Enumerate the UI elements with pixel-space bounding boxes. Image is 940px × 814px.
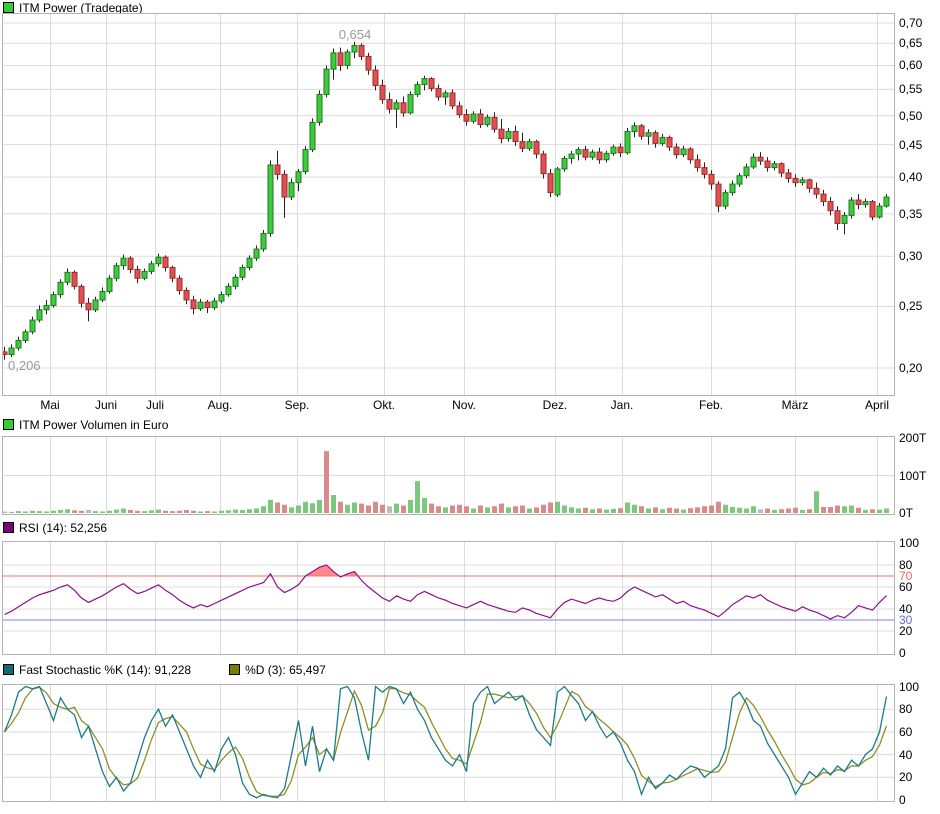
stochastic-axis-tick: 0 (899, 793, 939, 807)
x-axis-month-label: Juli (146, 398, 164, 412)
price-axis-tick: 0,55 (899, 82, 939, 96)
price-axis-tick: 0,65 (899, 36, 939, 50)
rsi-legend-label: RSI (14): 52,256 (19, 521, 107, 535)
stochastic-axis-tick: 20 (899, 770, 939, 784)
low-annotation: 0,206 (8, 358, 41, 373)
stochastic-chart-canvas[interactable] (3, 685, 894, 801)
price-axis-tick: 0,25 (899, 299, 939, 313)
x-axis-month-label: Dez. (543, 398, 568, 412)
price-axis-tick: 0,60 (899, 58, 939, 72)
price-panel[interactable] (2, 13, 895, 396)
volume-axis-tick: 200T (899, 431, 939, 445)
stochastic-axis-tick: 60 (899, 725, 939, 739)
rsi-axis-tick: 20 (899, 624, 939, 638)
stochastic-d-label: %D (3): 65,497 (245, 663, 326, 677)
stochastic-legend: Fast Stochastic %K (14): 91,228 %D (3): … (3, 663, 326, 676)
x-axis-month-label: Okt. (373, 398, 395, 412)
rsi-axis-tick: 60 (899, 580, 939, 594)
price-chart-canvas[interactable] (3, 14, 894, 395)
rsi-axis-tick: 100 (899, 536, 939, 550)
price-legend-swatch-icon (3, 2, 14, 13)
x-axis-month-label: Jan. (611, 398, 634, 412)
chart-window: ITM Power (Tradegate) 0,654 0,206 MaiJun… (0, 0, 940, 814)
stochastic-axis-tick: 40 (899, 748, 939, 762)
stochastic-k-swatch-icon (3, 664, 14, 675)
x-axis-month-label: Nov. (452, 398, 476, 412)
stochastic-axis-tick: 100 (899, 680, 939, 694)
x-axis-month-label: April (865, 398, 889, 412)
stochastic-d-swatch-icon (229, 664, 240, 675)
price-axis-tick: 0,70 (899, 16, 939, 30)
rsi-axis-tick: 0 (899, 646, 939, 660)
price-axis-tick: 0,30 (899, 249, 939, 263)
volume-legend-label: ITM Power Volumen in Euro (19, 418, 168, 432)
volume-panel[interactable] (2, 436, 895, 515)
price-axis-tick: 0,50 (899, 109, 939, 123)
stochastic-panel[interactable] (2, 684, 895, 802)
volume-chart-canvas[interactable] (3, 437, 894, 514)
rsi-panel[interactable] (2, 541, 895, 655)
volume-legend-swatch-icon (3, 419, 14, 430)
price-axis-tick: 0,45 (899, 138, 939, 152)
x-axis-month-label: Mai (40, 398, 59, 412)
volume-legend: ITM Power Volumen in Euro (3, 418, 168, 431)
x-axis-month-label: Juni (95, 398, 117, 412)
price-axis-tick: 0,35 (899, 207, 939, 221)
volume-axis-tick: 0T (899, 506, 939, 520)
x-axis-month-label: Feb. (699, 398, 723, 412)
x-axis-month-label: Sep. (285, 398, 310, 412)
rsi-legend-swatch-icon (3, 522, 14, 533)
rsi-chart-canvas[interactable] (3, 542, 894, 654)
price-axis-tick: 0,40 (899, 170, 939, 184)
x-axis-month-label: Aug. (208, 398, 233, 412)
price-axis-tick: 0,20 (899, 361, 939, 375)
stochastic-k-label: Fast Stochastic %K (14): 91,228 (19, 663, 191, 677)
stochastic-axis-tick: 80 (899, 702, 939, 716)
x-axis-month-label: März (782, 398, 809, 412)
volume-axis-tick: 100T (899, 469, 939, 483)
high-annotation: 0,654 (332, 27, 378, 42)
rsi-legend: RSI (14): 52,256 (3, 521, 107, 534)
